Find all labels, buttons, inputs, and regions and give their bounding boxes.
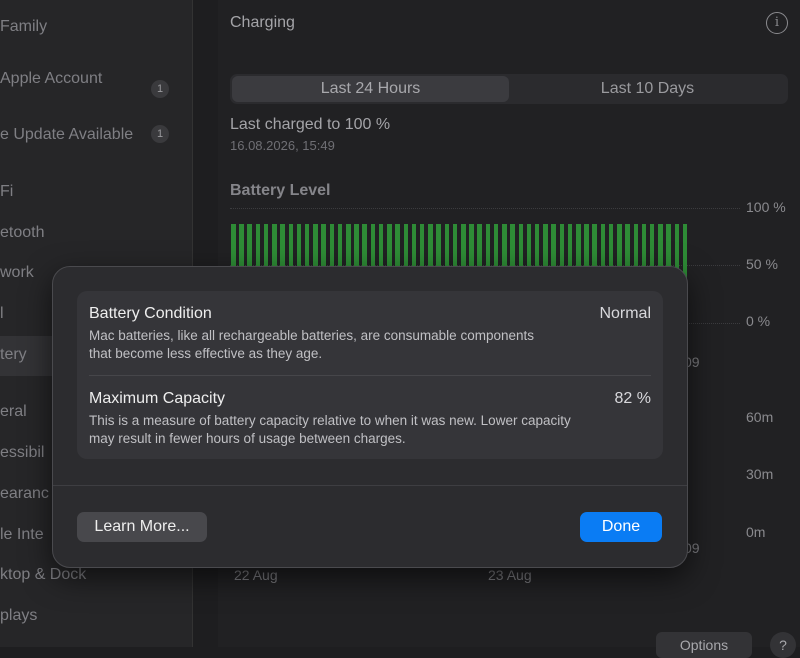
max-capacity-title: Maximum Capacity	[89, 390, 226, 407]
date-label-23-aug: 23 Aug	[488, 567, 532, 583]
date-label-22-aug: 22 Aug	[234, 567, 278, 583]
sidebar-item-vpn[interactable]: l	[0, 305, 4, 323]
y-tick-30m: 30m	[746, 466, 774, 482]
info-icon[interactable]: i	[766, 12, 788, 34]
sidebar-item-network[interactable]: work	[0, 264, 34, 282]
battery-health-dialog: Battery Condition Normal Mac batteries, …	[52, 266, 688, 568]
sidebar-badge-software-update: 1	[151, 125, 169, 143]
sidebar-item-desktop-dock[interactable]: ktop & Dock	[0, 566, 86, 584]
sidebar-item-apple-account[interactable]: Apple Account	[0, 70, 102, 88]
last-charged-text: Last charged to 100 %	[230, 116, 391, 133]
learn-more-button[interactable]: Learn More...	[77, 512, 207, 542]
sidebar-item-appearance[interactable]: earanc	[0, 485, 49, 503]
battery-info-card: Battery Condition Normal Mac batteries, …	[77, 291, 663, 459]
sidebar-item-displays[interactable]: plays	[0, 607, 37, 625]
dialog-divider	[53, 485, 687, 486]
sidebar-item-wifi[interactable]: Fi	[0, 183, 13, 201]
battery-condition-desc: Mac batteries, like all rechargeable bat…	[89, 328, 534, 361]
y-tick-50: 50 %	[746, 256, 778, 272]
tab-last-10-days[interactable]: Last 10 Days	[509, 76, 786, 102]
sidebar-item-bluetooth[interactable]: etooth	[0, 224, 44, 242]
sidebar-item-general[interactable]: eral	[0, 403, 27, 421]
sidebar-item-accessibility[interactable]: essibil	[0, 444, 44, 462]
sidebar-item-family[interactable]: Family	[0, 18, 47, 36]
battery-level-label: Battery Level	[230, 182, 331, 199]
y-tick-0: 0 %	[746, 313, 771, 329]
options-button[interactable]: Options	[656, 632, 752, 658]
page-title: Charging	[230, 14, 295, 31]
y-tick-100: 100 %	[746, 199, 786, 215]
sidebar-item-battery[interactable]: tery	[0, 346, 27, 364]
y-tick-0m: 0m	[746, 524, 766, 540]
battery-condition-title: Battery Condition	[89, 305, 212, 322]
help-button[interactable]: ?	[770, 632, 796, 658]
sidebar-item-software-update[interactable]: e Update Available	[0, 126, 133, 144]
time-range-segmented-control: Last 24 Hours Last 10 Days	[230, 74, 788, 104]
max-capacity-value: 82 %	[614, 390, 651, 407]
last-charged-date: 16.08.2026, 15:49	[230, 138, 335, 153]
done-button[interactable]: Done	[580, 512, 662, 542]
sidebar-item-apple-intelligence[interactable]: le Inte	[0, 526, 44, 544]
sidebar-badge-apple-account: 1	[151, 80, 169, 98]
max-capacity-desc: This is a measure of battery capacity re…	[89, 413, 571, 446]
card-divider	[89, 375, 651, 376]
tab-last-24-hours[interactable]: Last 24 Hours	[232, 76, 509, 102]
battery-condition-value: Normal	[599, 305, 651, 322]
grid-line	[230, 208, 740, 209]
y-tick-60m: 60m	[746, 409, 774, 425]
